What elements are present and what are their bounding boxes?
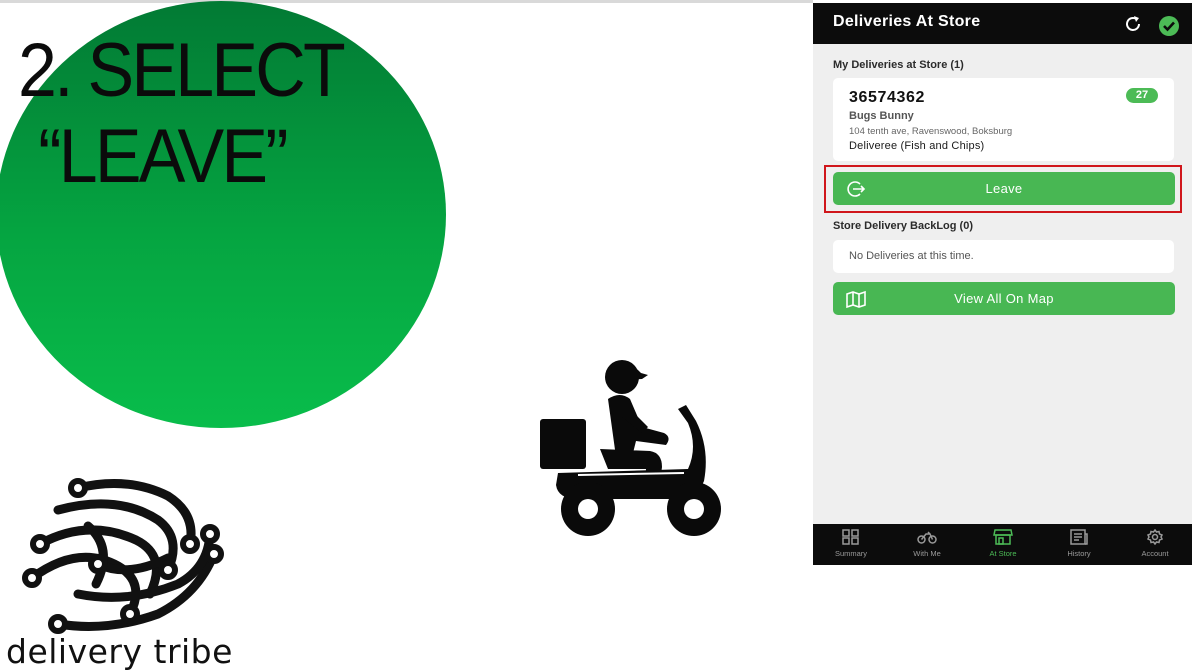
- grid-icon: [842, 529, 859, 545]
- backlog-empty-text: No Deliveries at this time.: [849, 250, 974, 262]
- nav-at-store[interactable]: At Store: [965, 524, 1041, 565]
- delivery-scooter-rider-icon: [540, 360, 721, 536]
- delivery-address: 104 tenth ave, Ravenswood, Boksburg: [849, 126, 1013, 137]
- nav-summary-label: Summary: [834, 549, 868, 558]
- slide-top-rule: [0, 0, 813, 3]
- nav-at-store-label: At Store: [989, 549, 1017, 558]
- step-title-line-1: 2. SELECT: [18, 28, 346, 113]
- nav-account-label: Account: [1141, 549, 1169, 558]
- delivery-card[interactable]: 36574362 27 Bugs Bunny 104 tenth ave, Ra…: [833, 78, 1174, 161]
- view-all-on-map-label: View All On Map: [954, 291, 1054, 306]
- delivery-tribe-logo: [22, 478, 224, 634]
- backlog-empty-card: No Deliveries at this time.: [833, 240, 1174, 273]
- nav-account[interactable]: Account: [1117, 524, 1192, 565]
- restaurant-name: Deliveree (Fish and Chips): [849, 140, 985, 152]
- nav-with-me[interactable]: With Me: [889, 524, 965, 565]
- nav-history-label: History: [1067, 549, 1091, 558]
- phone-app-screen: Deliveries At Store My Deliveries at Sto…: [813, 3, 1192, 565]
- refresh-icon[interactable]: [1123, 14, 1143, 34]
- motorbike-icon: [917, 531, 937, 544]
- backlog-heading: Store Delivery BackLog (0): [833, 220, 973, 232]
- nav-history[interactable]: History: [1041, 524, 1117, 565]
- receipt-icon: [1070, 529, 1088, 545]
- brand-name: delivery tribe: [6, 632, 233, 671]
- nav-summary[interactable]: Summary: [813, 524, 889, 565]
- app-title: Deliveries At Store: [833, 13, 981, 30]
- app-header: Deliveries At Store: [813, 3, 1192, 44]
- minutes-badge: 27: [1126, 88, 1158, 103]
- my-deliveries-heading: My Deliveries at Store (1): [833, 59, 964, 71]
- customer-name: Bugs Bunny: [849, 110, 914, 122]
- gear-icon: [1146, 529, 1164, 545]
- step-title-line-2: “LEAVE”: [38, 114, 288, 199]
- nav-with-me-label: With Me: [913, 549, 941, 558]
- step-instruction-title: 2. SELECT “LEAVE”: [18, 28, 346, 200]
- leave-button-highlight-box: [824, 165, 1182, 213]
- bottom-navigation: Summary With Me At Store History Account: [813, 524, 1192, 565]
- store-icon: [993, 529, 1013, 545]
- order-number: 36574362: [849, 89, 925, 106]
- view-all-on-map-button[interactable]: View All On Map: [833, 282, 1175, 315]
- check-circle-icon[interactable]: [1158, 15, 1180, 37]
